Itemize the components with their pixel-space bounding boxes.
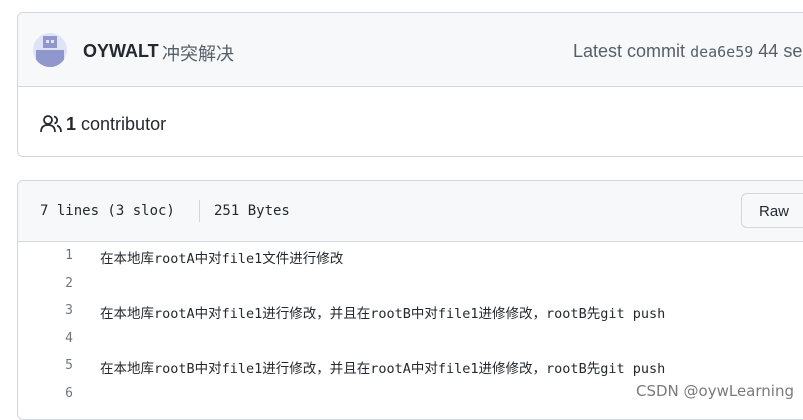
- commit-sha-link[interactable]: dea6e59: [690, 43, 753, 61]
- line-content: 在本地库rootA中对file1文件进行修改: [100, 251, 344, 267]
- line-number[interactable]: 1: [18, 248, 73, 263]
- code-line: 1 在本地库rootA中对file1文件进行修改: [18, 243, 803, 271]
- commit-time: 44 se: [758, 41, 803, 61]
- file-lines-info: 7 lines (3 sloc): [40, 203, 175, 219]
- header-divider: [199, 200, 200, 222]
- commit-box: OYWALT 冲突解决 Latest commit dea6e59 44 se …: [17, 12, 803, 157]
- line-number[interactable]: 2: [18, 276, 73, 291]
- raw-button[interactable]: Raw: [741, 193, 803, 228]
- line-number[interactable]: 5: [18, 358, 73, 373]
- latest-commit-label: Latest commit: [573, 41, 686, 61]
- contributors-text: 1 contributor: [66, 114, 166, 135]
- code-line: 5 在本地库rootB中对file1进行修改，并且在rootA中对file1进修…: [18, 353, 803, 381]
- file-header: 7 lines (3 sloc) 251 Bytes Raw: [18, 181, 803, 242]
- line-content: 在本地库rootB中对file1进行修改，并且在rootA中对file1进修修改…: [100, 361, 666, 377]
- line-number[interactable]: 4: [18, 331, 73, 346]
- people-icon: [40, 115, 62, 133]
- commit-header: OYWALT 冲突解决 Latest commit dea6e59 44 se: [18, 13, 803, 87]
- contributor-count: 1: [66, 114, 77, 134]
- line-content: 在本地库rootA中对file1进行修改，并且在rootB中对file1进修修改…: [100, 306, 666, 322]
- contributor-label: contributor: [81, 114, 167, 134]
- commit-author-link[interactable]: OYWALT: [83, 41, 159, 62]
- contributors-row[interactable]: 1 contributor: [18, 87, 803, 156]
- commit-message-link[interactable]: 冲突解决: [162, 40, 234, 66]
- avatar[interactable]: [33, 33, 67, 67]
- line-number[interactable]: 3: [18, 303, 73, 318]
- code-line: 4: [18, 326, 803, 354]
- watermark: CSDN @oywLearning: [636, 382, 794, 400]
- file-size: 251 Bytes: [214, 203, 290, 219]
- line-number[interactable]: 6: [18, 386, 73, 401]
- latest-commit-info: Latest commit dea6e59 44 se: [573, 41, 802, 62]
- code-line: 2: [18, 271, 803, 299]
- code-line: 3 在本地库rootA中对file1进行修改，并且在rootB中对file1进修…: [18, 298, 803, 326]
